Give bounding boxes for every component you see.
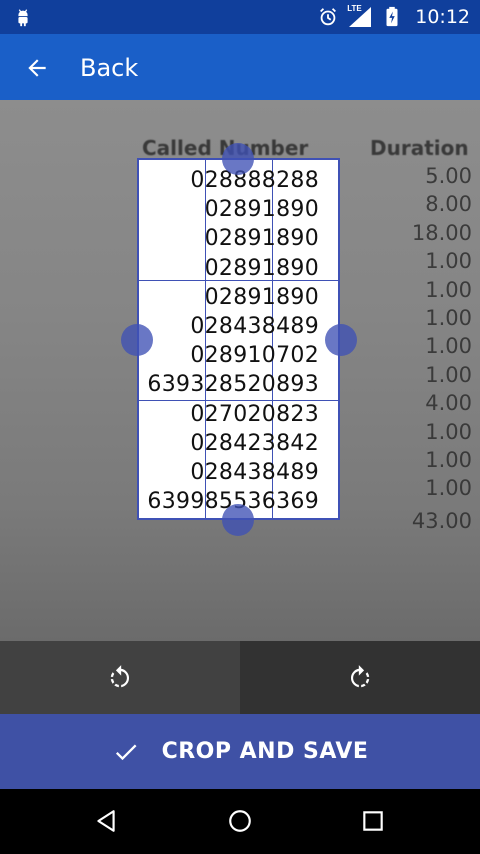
nav-recents-icon [363, 811, 383, 831]
battery-charging-icon [386, 6, 398, 27]
nav-recents-button[interactable] [355, 803, 391, 839]
navigation-bar [0, 789, 480, 854]
crop-handle-right[interactable] [325, 324, 357, 356]
clock: 10:12 [415, 6, 470, 28]
cropped-number: 02891890 [204, 255, 319, 281]
nav-back-icon [97, 810, 115, 832]
crop-and-save-label: CROP AND SAVE [161, 739, 369, 764]
duration-value: 1.00 [425, 419, 472, 444]
nav-home-button[interactable] [222, 803, 258, 839]
duration-value: 43.00 [411, 508, 472, 533]
back-label: Back [80, 54, 139, 82]
signal-icon: LTE [347, 4, 373, 28]
cropped-number: 02891890 [204, 197, 319, 223]
crop-handle-top[interactable] [222, 143, 254, 175]
duration-value: 1.00 [425, 249, 472, 274]
duration-value: 1.00 [425, 476, 472, 501]
crop-handle-left[interactable] [121, 324, 153, 356]
rotate-left-icon [110, 664, 130, 687]
duration-value: 1.00 [425, 277, 472, 302]
cropped-number: 028910702 [190, 343, 319, 369]
cropped-number: 027020823 [190, 401, 319, 427]
duration-value: 4.00 [425, 391, 472, 416]
cropped-number: 639328520893 [147, 372, 319, 398]
rotate-right-button[interactable] [240, 641, 480, 714]
cropped-number: 02891890 [204, 284, 319, 310]
check-icon [115, 744, 137, 760]
crop-box[interactable]: 028888288 02891890 02891890 02891890 028… [137, 158, 340, 520]
back-button[interactable] [18, 49, 56, 87]
duration-value: 8.00 [425, 192, 472, 217]
android-debug-icon [18, 9, 28, 27]
rotate-left-button[interactable] [0, 641, 240, 714]
duration-value: 1.00 [425, 334, 472, 359]
crop-and-save-button[interactable]: CROP AND SAVE [0, 714, 480, 789]
cropped-numbers: 028888288 02891890 02891890 02891890 028… [139, 166, 319, 516]
duration-column: 5.00 8.00 18.00 1.00 1.00 1.00 1.00 1.00… [402, 164, 472, 537]
duration-value: 1.00 [425, 447, 472, 472]
cropped-number: 028438489 [190, 313, 319, 339]
status-bar: LTE 10:12 [0, 0, 480, 34]
alarm-icon [320, 8, 337, 26]
duration-value: 1.00 [425, 362, 472, 387]
duration-value: 5.00 [425, 164, 472, 188]
duration-value: 1.00 [425, 305, 472, 330]
cropped-number: 028423842 [190, 430, 319, 456]
nav-back-button[interactable] [88, 803, 124, 839]
app-bar: Back [0, 34, 480, 100]
nav-home-icon [229, 810, 251, 832]
network-label: LTE [347, 4, 362, 13]
crop-handle-bottom[interactable] [222, 504, 254, 536]
photo-header-duration: Duration [370, 136, 469, 160]
rotate-right-icon [350, 664, 370, 687]
duration-value: 18.00 [411, 220, 472, 245]
cropped-number: 028438489 [190, 459, 319, 485]
arrow-back-icon [28, 59, 46, 77]
cropped-number: 02891890 [204, 226, 319, 252]
